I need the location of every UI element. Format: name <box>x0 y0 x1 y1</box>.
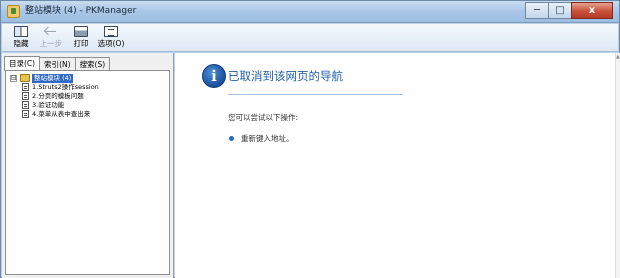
options-label: 选项(O) <box>97 39 125 48</box>
navigation-pane: 目录(C) 索引(N) 搜索(S) ⊟ 整站模块 (4) 1.Struts2操作… <box>2 53 174 278</box>
printer-icon <box>74 26 88 37</box>
hide-pane-icon <box>14 26 28 37</box>
tree-item[interactable]: 3.验证功能 <box>8 101 167 110</box>
tree-item-label[interactable]: 4.菜单从表中查出来 <box>32 110 90 119</box>
vertical-scrollbar[interactable] <box>615 53 620 278</box>
maximize-button[interactable]: □ <box>548 2 572 19</box>
tree-item-label[interactable]: 3.验证功能 <box>32 101 64 110</box>
title-bar[interactable]: 整站模块 (4) - PKManager ─ □ x <box>1 1 619 23</box>
page-icon <box>22 83 29 91</box>
caption-buttons: ─ □ x <box>525 2 613 19</box>
tab-search[interactable]: 搜索(S) <box>74 57 111 71</box>
page-heading: 已取消到该网页的导航 <box>228 69 343 83</box>
options-icon <box>104 26 118 37</box>
tree-item[interactable]: 4.菜单从表中查出来 <box>8 110 167 119</box>
tab-contents[interactable]: 目录(C) <box>4 56 41 71</box>
print-label: 打印 <box>73 39 89 48</box>
back-arrow-icon <box>44 26 58 37</box>
toolbar: 隐藏 上一步 打印 选项(O) <box>2 24 618 52</box>
app-window: 整站模块 (4) - PKManager ─ □ x 隐藏 上一步 打印 选项(… <box>0 0 620 278</box>
heading-divider <box>228 94 403 95</box>
tab-index[interactable]: 索引(N) <box>39 57 76 71</box>
content-pane <box>175 53 615 278</box>
page-icon <box>22 92 29 100</box>
help-book-icon <box>7 5 20 18</box>
hide-button[interactable]: 隐藏 <box>6 25 36 51</box>
suggestion-item: 重新键入地址。 <box>241 134 294 143</box>
minimize-button[interactable]: ─ <box>525 2 549 19</box>
nav-tabs: 目录(C) 索引(N) 搜索(S) <box>4 56 111 71</box>
tree-root-label[interactable]: 整站模块 (4) <box>32 74 74 83</box>
window-title: 整站模块 (4) - PKManager <box>25 6 137 16</box>
contents-tree[interactable]: ⊟ 整站模块 (4) 1.Struts2操作session 2.分页的模板问题 … <box>5 70 170 275</box>
suggestion-intro: 您可以尝试以下操作: <box>228 113 299 122</box>
info-icon: i <box>202 64 226 88</box>
tree-item[interactable]: 1.Struts2操作session <box>8 83 167 92</box>
print-button[interactable]: 打印 <box>66 25 96 51</box>
tree-item-label[interactable]: 2.分页的模板问题 <box>32 92 84 101</box>
page-icon <box>22 110 29 118</box>
scroll-up-icon[interactable]: ▲ <box>616 54 620 60</box>
back-label: 上一步 <box>39 39 63 48</box>
close-button[interactable]: x <box>571 2 613 19</box>
page-icon <box>22 101 29 109</box>
bullet-icon <box>229 136 234 141</box>
tree-item[interactable]: 2.分页的模板问题 <box>8 92 167 101</box>
open-book-icon <box>20 74 30 82</box>
back-button[interactable]: 上一步 <box>36 25 66 51</box>
hide-label: 隐藏 <box>13 39 29 48</box>
tree-root[interactable]: ⊟ 整站模块 (4) <box>8 74 167 83</box>
tree-item-label[interactable]: 1.Struts2操作session <box>32 83 99 92</box>
collapse-icon[interactable]: ⊟ <box>10 75 17 82</box>
options-button[interactable]: 选项(O) <box>96 25 126 51</box>
